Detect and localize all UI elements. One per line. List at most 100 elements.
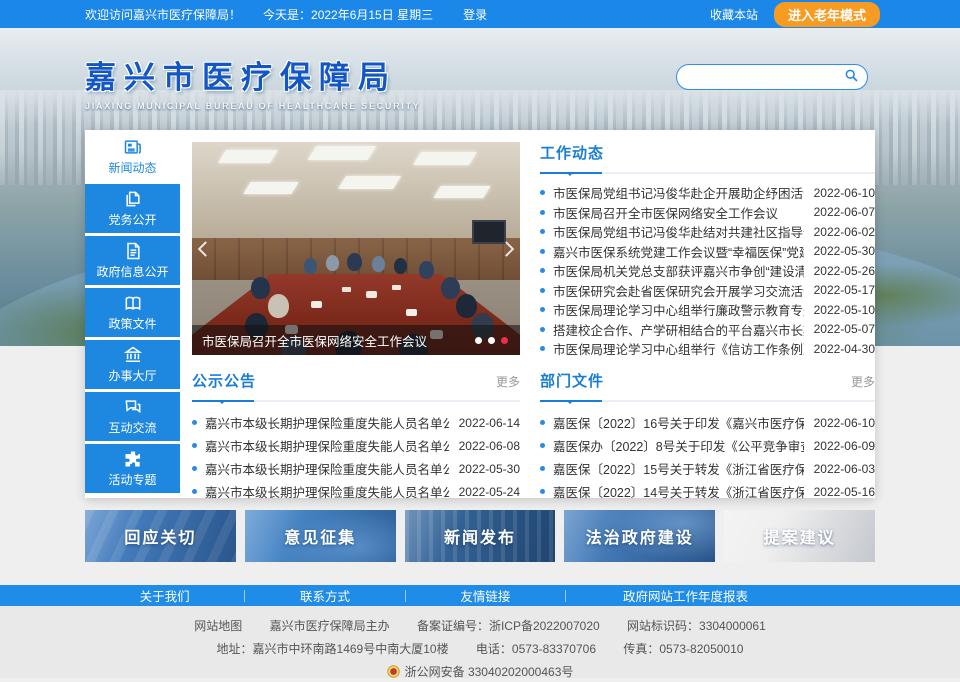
sidebar-item[interactable]: 政策文件 <box>85 288 180 337</box>
carousel-caption[interactable]: 市医保局召开全市医保网络安全工作会议 <box>202 331 475 350</box>
news-item[interactable]: 嘉兴市本级长期护理保险重度失能人员名单公示（2... 2022-05-30 <box>192 457 520 480</box>
carousel-dot[interactable] <box>501 337 508 344</box>
news-item[interactable]: 搭建校企合作、产学研相结合的平台嘉兴市长期护理... 2022-05-07 <box>540 320 875 340</box>
section-work-news: 工作动态 市医保局党组书记冯俊华赴企开展助企纾困活动 2022-06-10 市医… <box>540 142 875 359</box>
bullet-icon <box>540 443 545 448</box>
banner-label: 回应关切 <box>124 524 196 548</box>
security-record-text: 浙公网安备 33040202000463号 <box>405 665 574 679</box>
carousel-dot[interactable] <box>475 337 482 344</box>
news-item-title[interactable]: 嘉兴市本级长期护理保险重度失能人员名单公示（2... <box>205 459 449 478</box>
photo-wood-wall <box>192 238 520 280</box>
news-item-title[interactable]: 搭建校企合作、产学研相结合的平台嘉兴市长期护理... <box>553 320 804 339</box>
news-item[interactable]: 嘉兴市医保系统党建工作会议暨“幸福医保”党建联... 2022-05-30 <box>540 242 875 262</box>
news-item-title[interactable]: 嘉医保〔2022〕16号关于印发《嘉兴市医疗保... <box>553 413 804 432</box>
news-item[interactable]: 嘉医保〔2022〕15号关于转发《浙江省医疗保... 2022-06-03 <box>540 457 875 480</box>
news-item[interactable]: 嘉医保〔2022〕16号关于印发《嘉兴市医疗保... 2022-06-10 <box>540 411 875 434</box>
footer-nav-link[interactable]: 关于我们 <box>85 586 244 605</box>
news-item-date: 2022-06-07 <box>814 205 875 219</box>
news-item-title[interactable]: 市医保局机关党总支部获评嘉兴市争创“建设清廉机... <box>553 261 804 280</box>
sidebar-item[interactable]: 互动交流 <box>85 392 180 441</box>
news-item-title[interactable]: 嘉医保办〔2022〕8号关于印发《公平竞争审查... <box>553 436 804 455</box>
bullet-icon <box>540 327 545 332</box>
news-item[interactable]: 嘉兴市本级长期护理保险重度失能人员名单公示（2... 2022-06-08 <box>192 434 520 457</box>
favorite-link[interactable]: 收藏本站 <box>710 6 758 23</box>
news-item[interactable]: 市医保局理论学习中心组举行廉政警示教育专题学习... 2022-05-10 <box>540 300 875 320</box>
photo-light-panel <box>218 150 278 163</box>
quick-link-banner[interactable]: 法治政府建设 <box>564 510 715 562</box>
news-item[interactable]: 嘉医保办〔2022〕8号关于印发《公平竞争审查... 2022-06-09 <box>540 434 875 457</box>
site-subtitle: JIAXING MUNICIPAL BUREAU OF HEALTHCARE S… <box>85 101 420 111</box>
news-item-title[interactable]: 嘉兴市本级长期护理保险重度失能人员名单公示（2... <box>205 436 449 455</box>
carousel-dot[interactable] <box>488 337 495 344</box>
quick-link-banner[interactable]: 回应关切 <box>85 510 236 562</box>
footer-nav-link[interactable]: 联系方式 <box>245 586 404 605</box>
news-item-date: 2022-06-08 <box>459 439 520 453</box>
banner-label: 法治政府建设 <box>586 524 694 548</box>
news-item[interactable]: 市医保局党组书记冯俊华赴结对共建社区指导全国文... 2022-06-02 <box>540 222 875 242</box>
quick-link-banner[interactable]: 新闻发布 <box>405 510 556 562</box>
news-item-title[interactable]: 市医保局理论学习中心组举行廉政警示教育专题学习... <box>553 300 804 319</box>
sidebar-item-icon <box>123 137 143 157</box>
bullet-icon <box>540 249 545 254</box>
sitemap-link[interactable]: 网站地图 <box>194 618 242 634</box>
news-item-date: 2022-06-03 <box>814 462 875 476</box>
news-item-title[interactable]: 嘉医保〔2022〕15号关于转发《浙江省医疗保... <box>553 459 804 478</box>
sidebar-item-icon <box>123 293 143 313</box>
news-item[interactable]: 嘉兴市本级长期护理保险重度失能人员名单公示（2... 2022-05-24 <box>192 480 520 503</box>
news-carousel[interactable]: 市医保局召开全市医保网络安全工作会议 <box>192 142 520 355</box>
bullet-icon <box>192 489 197 494</box>
news-item[interactable]: 市医保研究会赴省医保研究会开展学习交流活动 2022-05-17 <box>540 281 875 301</box>
search-button[interactable] <box>844 68 859 86</box>
news-item-date: 2022-05-24 <box>459 485 520 499</box>
news-item[interactable]: 市医保局召开全市医保网络安全工作会议 2022-06-07 <box>540 203 875 223</box>
host-text: 嘉兴市医疗保障局主办 <box>270 618 390 634</box>
quick-link-banner[interactable]: 提案建议 <box>724 510 875 562</box>
sidebar-item[interactable]: 政府信息公开 <box>85 236 180 285</box>
news-item-title[interactable]: 市医保局党组书记冯俊华赴结对共建社区指导全国文... <box>553 222 804 241</box>
welcome-text: 欢迎访问嘉兴市医疗保障局！ <box>85 6 241 23</box>
news-item-title[interactable]: 市医保局召开全市医保网络安全工作会议 <box>553 203 804 222</box>
sidebar-item[interactable]: 新闻动态 <box>85 132 180 181</box>
login-link[interactable]: 登录 <box>463 6 487 23</box>
news-item-title[interactable]: 嘉医保〔2022〕14号关于转发《浙江省医疗保... <box>553 482 804 501</box>
sidebar-item-label: 办事大厅 <box>108 367 156 384</box>
news-item[interactable]: 市医保局党组书记冯俊华赴企开展助企纾困活动 2022-06-10 <box>540 183 875 203</box>
news-item[interactable]: 市医保局理论学习中心组举行《信访工作条例》专题... 2022-04-30 <box>540 339 875 359</box>
news-item-title[interactable]: 市医保局理论学习中心组举行《信访工作条例》专题... <box>553 339 804 358</box>
footer-line-1: 网站地图 嘉兴市医疗保障局主办 备案证编号：浙ICP备2022007020 网站… <box>0 618 960 634</box>
news-item-title[interactable]: 嘉兴市本级长期护理保险重度失能人员名单公示（2... <box>205 413 449 432</box>
sidebar-item[interactable]: 办事大厅 <box>85 340 180 389</box>
news-item-date: 2022-06-02 <box>814 225 875 239</box>
search-input[interactable] <box>689 66 844 88</box>
bullet-icon <box>540 466 545 471</box>
section-dept-files: 部门文件 更多 嘉医保〔2022〕16号关于印发《嘉兴市医疗保... 2022-… <box>540 370 875 503</box>
news-item-title[interactable]: 嘉兴市本级长期护理保险重度失能人员名单公示（2... <box>205 482 449 501</box>
sidebar-item-label: 互动交流 <box>108 419 156 436</box>
carousel-dots <box>475 337 508 344</box>
news-item[interactable]: 嘉医保〔2022〕14号关于转发《浙江省医疗保... 2022-05-16 <box>540 480 875 503</box>
sidebar-item[interactable]: 党务公开 <box>85 184 180 233</box>
news-item-date: 2022-06-14 <box>459 416 520 430</box>
news-item-title[interactable]: 市医保局党组书记冯俊华赴企开展助企纾困活动 <box>553 183 804 202</box>
news-item[interactable]: 市医保局机关党总支部获评嘉兴市争创“建设清廉机... 2022-05-26 <box>540 261 875 281</box>
news-item[interactable]: 嘉兴市本级长期护理保险重度失能人员名单公示（2... 2022-06-14 <box>192 411 520 434</box>
news-item-title[interactable]: 嘉兴市医保系统党建工作会议暨“幸福医保”党建联... <box>553 242 804 261</box>
elder-mode-button[interactable]: 进入老年模式 <box>774 2 880 27</box>
news-item-date: 2022-05-30 <box>459 462 520 476</box>
search-box[interactable] <box>676 64 868 90</box>
photo-light-panel <box>243 182 298 194</box>
footer-nav-link[interactable]: 友情链接 <box>406 586 565 605</box>
section-title: 部门文件 <box>540 370 604 391</box>
section-announcements: 公示公告 更多 嘉兴市本级长期护理保险重度失能人员名单公示（2... 2022-… <box>192 370 520 503</box>
news-item-title[interactable]: 市医保研究会赴省医保研究会开展学习交流活动 <box>553 281 804 300</box>
sidebar-item[interactable]: 活动专题 <box>85 444 180 493</box>
bullet-icon <box>192 420 197 425</box>
more-link[interactable]: 更多 <box>851 373 875 390</box>
news-item-date: 2022-05-10 <box>814 303 875 317</box>
icp-text: 备案证编号：浙ICP备2022007020 <box>417 618 600 634</box>
address-text: 地址：嘉兴市中环南路1469号中南大厦10楼 <box>217 641 449 657</box>
more-link[interactable]: 更多 <box>496 373 520 390</box>
quick-link-banner[interactable]: 意见征集 <box>245 510 396 562</box>
site-logo: 嘉兴市医疗保障局 JIAXING MUNICIPAL BUREAU OF HEA… <box>85 52 420 111</box>
footer-nav-link[interactable]: 政府网站工作年度报表 <box>566 586 805 605</box>
